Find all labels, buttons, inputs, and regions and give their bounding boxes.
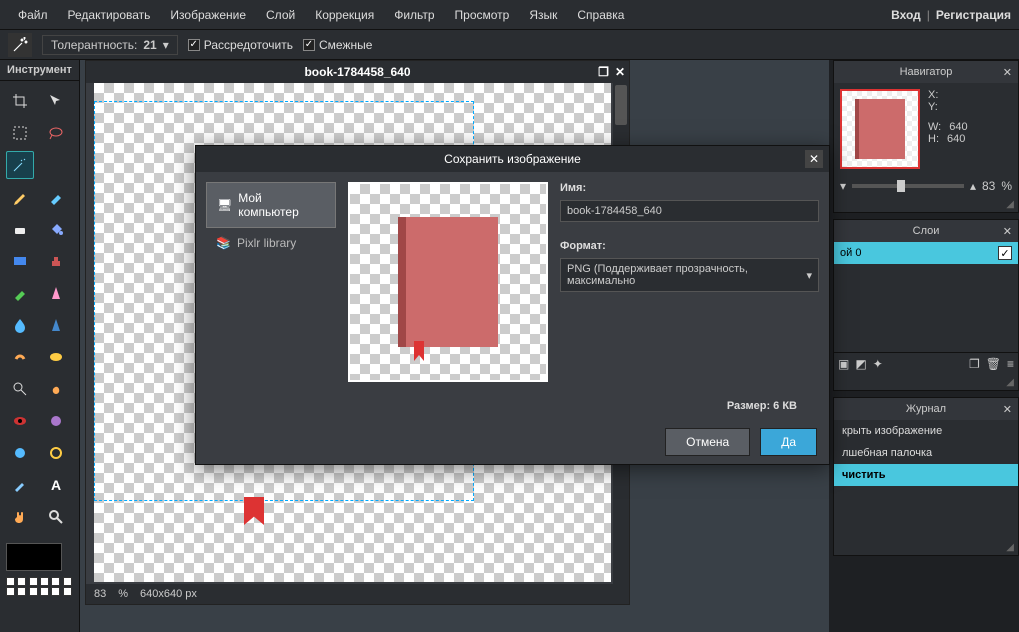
save-preview — [348, 182, 548, 382]
format-value: PNG (Поддерживает прозрачность, максимал… — [567, 263, 806, 287]
name-label: Имя: — [560, 182, 819, 194]
name-input[interactable] — [560, 200, 819, 222]
monitor-icon: 🖥 — [217, 198, 232, 212]
save-dest-mycomputer[interactable]: 🖥 Мой компьютер — [206, 182, 336, 228]
file-size-label: Размер: 6 КВ — [208, 400, 817, 412]
chevron-down-icon: ▾ — [806, 269, 812, 282]
ok-button[interactable]: Да — [760, 428, 817, 456]
dialog-titlebar[interactable]: Сохранить изображение ✕ — [196, 146, 829, 172]
format-select[interactable]: PNG (Поддерживает прозрачность, максимал… — [560, 258, 819, 292]
save-dest-library[interactable]: 📚 Pixlr library — [206, 228, 336, 258]
save-dialog: Сохранить изображение ✕ 🖥 Мой компьютер … — [195, 145, 830, 465]
library-icon: 📚 — [216, 236, 231, 250]
dialog-title: Сохранить изображение — [444, 152, 581, 166]
dialog-backdrop: Сохранить изображение ✕ 🖥 Мой компьютер … — [0, 0, 1019, 632]
close-icon[interactable]: ✕ — [805, 150, 823, 168]
cancel-button[interactable]: Отмена — [665, 428, 750, 456]
format-label: Формат: — [560, 240, 819, 252]
